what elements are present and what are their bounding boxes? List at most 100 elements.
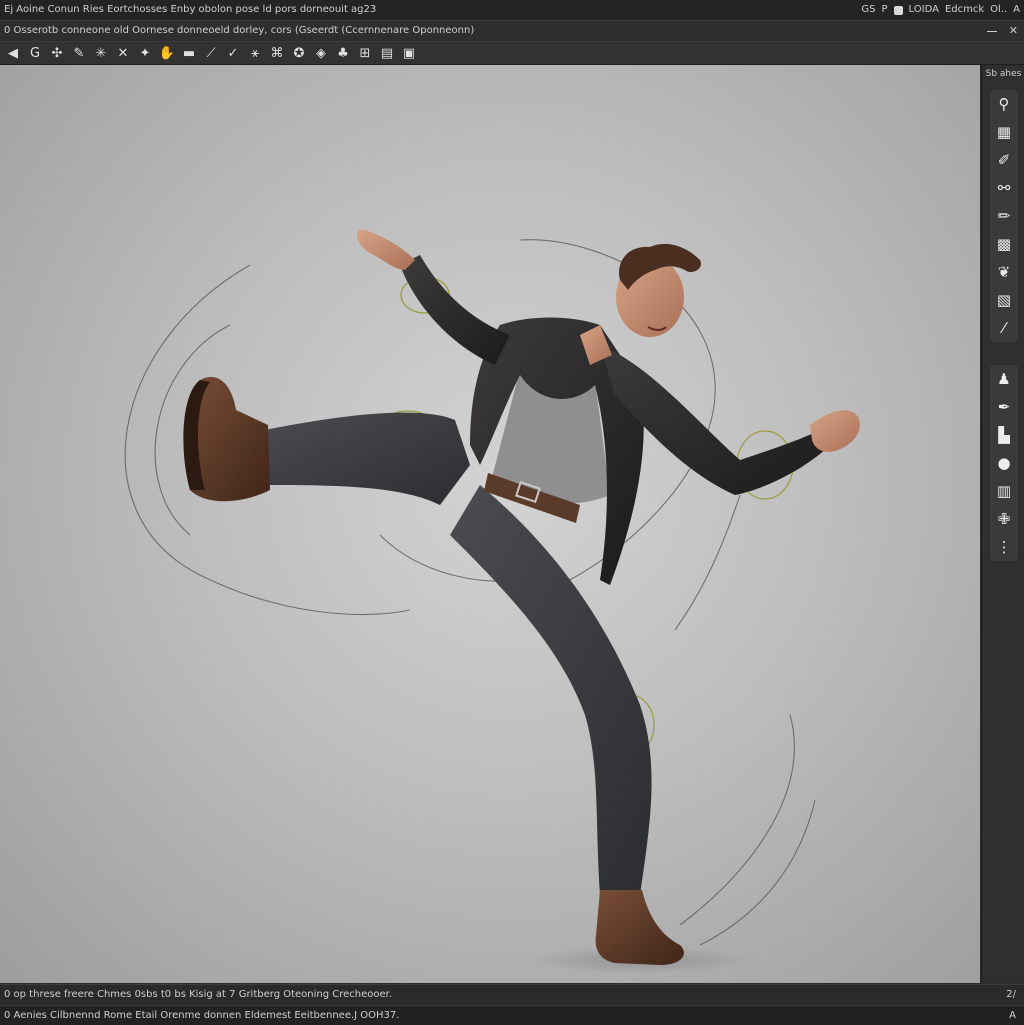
rp-puzzle-icon: ✙ — [997, 510, 1011, 528]
rp-leaf-icon: ❦ — [997, 263, 1011, 281]
status-right: 2/ — [1006, 989, 1016, 1000]
rp-paint-icon: ✐ — [997, 151, 1011, 169]
rp-comment-icon: ● — [997, 454, 1011, 472]
document-bar: 0 Osserotb conneone old Oornese donneoel… — [0, 21, 1024, 42]
tool-group-icon: ⌘ — [270, 45, 284, 61]
tool-check-button[interactable]: ✓ — [224, 44, 242, 62]
app-title: Ej Aoine Conun Ries Eortchosses Enby obo… — [4, 4, 377, 15]
tool-bell-button[interactable]: ♣ — [334, 44, 352, 62]
tool-check-icon: ✓ — [227, 45, 239, 61]
title-bar-right: GS P LOIDA Edcmck Ol.. A — [861, 0, 1020, 20]
tool-bookmark-icon: ◈ — [316, 45, 326, 61]
rp-paint-button[interactable]: ✐ — [990, 146, 1018, 174]
rp-texture-icon: ▩ — [996, 235, 1012, 253]
rp-link-button[interactable]: ⚯ — [990, 174, 1018, 202]
tool-figure-button[interactable]: ⚹ — [246, 44, 264, 62]
main-toolbar: ◀ G ✣ ✎ ✳ ✕ ✦ ✋ ▬ ⟋ ✓ ⚹ ⌘ ✪ ◈ ♣ ⊞ ▤ ▣ — [0, 42, 1024, 65]
tool-hand-button[interactable]: ✋ — [158, 44, 176, 62]
minimize-icon[interactable] — [986, 30, 997, 32]
right-panel-bottom-tools: ♟ ✒ ▙ ● ▥ ✙ ⋮ — [990, 365, 1018, 561]
tool-camera-icon: ▬ — [182, 45, 196, 61]
rp-figure-button[interactable]: ♟ — [990, 365, 1018, 393]
tool-joint-icon: ✦ — [139, 45, 151, 61]
rp-layers-button[interactable]: ▦ — [990, 118, 1018, 146]
rp-line-button[interactable]: ⁄ — [990, 314, 1018, 342]
rp-search-icon: ⚲ — [998, 95, 1010, 113]
tool-ik-icon: ✎ — [73, 45, 85, 61]
tool-figure-icon: ⚹ — [251, 45, 259, 61]
rp-line-icon: ⁄ — [1002, 319, 1006, 337]
rp-texture-button[interactable]: ▩ — [990, 230, 1018, 258]
tool-bone-icon: ⟋ — [206, 45, 216, 61]
title-item-p[interactable]: P — [882, 0, 888, 20]
left-leg — [262, 412, 470, 505]
character-scene[interactable] — [0, 65, 980, 983]
tool-render-button[interactable]: ▤ — [378, 44, 396, 62]
rp-puzzle-button[interactable]: ✙ — [990, 505, 1018, 533]
info-bar: 0 Aenies Cilbnennd Rome Etail Orenme don… — [0, 1005, 1024, 1025]
tool-group-button[interactable]: ⌘ — [268, 44, 286, 62]
tool-hand-icon: ✋ — [158, 45, 176, 61]
rp-layers-icon: ▦ — [996, 123, 1012, 141]
right-panel-title: Sb ahes — [985, 69, 1022, 79]
rp-box-icon: ▙ — [998, 426, 1010, 444]
tool-panel-button[interactable]: ▣ — [400, 44, 418, 62]
close-icon[interactable]: ✕ — [1009, 21, 1018, 41]
tool-bookmark-button[interactable]: ◈ — [312, 44, 330, 62]
tool-rotate-icon: ✳ — [95, 45, 107, 61]
document-title: 0 Osserotb conneone old Oornese donneoel… — [4, 25, 475, 36]
tool-grid-button[interactable]: ⊞ — [356, 44, 374, 62]
tool-select-button[interactable]: ◀ — [4, 44, 22, 62]
tool-grid-icon: ⊞ — [359, 45, 371, 61]
tool-pose-icon: ✣ — [51, 45, 63, 61]
tool-orbit-icon: G — [29, 45, 41, 61]
rp-grid-button[interactable]: ▧ — [990, 286, 1018, 314]
right-boot — [595, 890, 684, 965]
tool-camera-button[interactable]: ▬ — [180, 44, 198, 62]
left-hand — [356, 229, 415, 270]
rp-pen-button[interactable]: ✒ — [990, 393, 1018, 421]
rp-figure-icon: ♟ — [997, 370, 1011, 388]
tool-pose-button[interactable]: ✣ — [48, 44, 66, 62]
left-arm — [400, 255, 510, 365]
tool-scale-button[interactable]: ✕ — [114, 44, 132, 62]
rp-link-icon: ⚯ — [997, 179, 1011, 197]
tool-panel-icon: ▣ — [402, 45, 416, 61]
square-icon[interactable] — [893, 5, 903, 15]
tool-pin-icon: ✪ — [293, 45, 305, 61]
tool-select-icon: ◀ — [8, 45, 18, 61]
title-item-a[interactable]: A — [1013, 0, 1020, 20]
title-item-gs[interactable]: GS — [861, 0, 875, 20]
title-item-loida[interactable]: LOIDA — [909, 0, 939, 20]
info-text: 0 Aenies Cilbnennd Rome Etail Orenme don… — [4, 1010, 400, 1021]
info-right: A — [1009, 1010, 1016, 1021]
rp-leaf-button[interactable]: ❦ — [990, 258, 1018, 286]
rp-more-button[interactable]: ⋮ — [990, 533, 1018, 561]
right-panel-top-tools: ⚲ ▦ ✐ ⚯ ✏ ▩ ❦ ▧ ⁄ — [990, 90, 1018, 342]
rp-brush-button[interactable]: ✏ — [990, 202, 1018, 230]
rp-pen-icon: ✒ — [997, 398, 1011, 416]
tool-orbit-button[interactable]: G — [26, 44, 44, 62]
rp-chart-button[interactable]: ▥ — [990, 477, 1018, 505]
rp-search-button[interactable]: ⚲ — [990, 90, 1018, 118]
title-item-ol[interactable]: Ol.. — [990, 0, 1007, 20]
status-text: 0 op threse freere Chmes 0sbs t0 bs Kisi… — [4, 989, 393, 1000]
right-hand — [810, 410, 860, 452]
title-item-edcmck[interactable]: Edcmck — [945, 0, 984, 20]
title-bar: Ej Aoine Conun Ries Eortchosses Enby obo… — [0, 0, 1024, 21]
right-panel: Sb ahes ⚲ ▦ ✐ ⚯ ✏ ▩ ❦ ▧ ⁄ ♟ ✒ ▙ ● ▥ ✙ ⋮ — [981, 65, 1024, 983]
tool-bone-button[interactable]: ⟋ — [202, 44, 220, 62]
3d-viewport[interactable] — [0, 65, 980, 983]
rp-more-icon: ⋮ — [996, 538, 1012, 556]
tool-rotate-button[interactable]: ✳ — [92, 44, 110, 62]
rp-comment-button[interactable]: ● — [990, 449, 1018, 477]
tool-joint-button[interactable]: ✦ — [136, 44, 154, 62]
rp-grid-icon: ▧ — [996, 291, 1012, 309]
tool-ik-button[interactable]: ✎ — [70, 44, 88, 62]
rp-brush-icon: ✏ — [997, 207, 1011, 225]
rp-box-button[interactable]: ▙ — [990, 421, 1018, 449]
tool-bell-icon: ♣ — [337, 45, 349, 61]
rp-chart-icon: ▥ — [996, 482, 1012, 500]
tool-render-icon: ▤ — [380, 45, 394, 61]
tool-pin-button[interactable]: ✪ — [290, 44, 308, 62]
